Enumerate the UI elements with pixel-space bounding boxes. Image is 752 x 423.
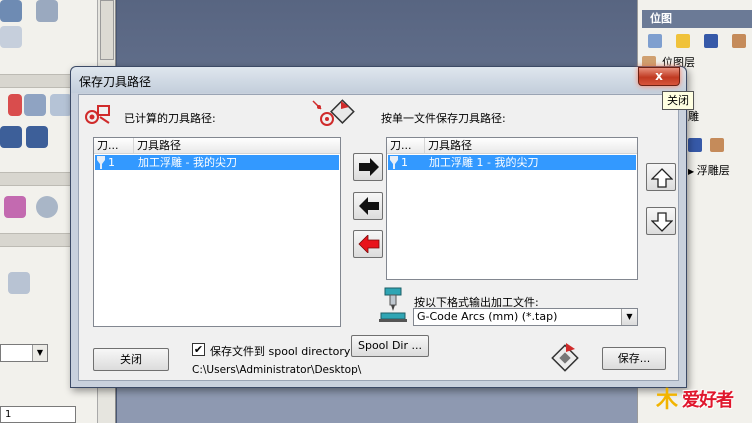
tool-icon-7[interactable] [0,126,22,148]
tool-icon-2[interactable] [36,0,58,22]
move-up-button[interactable] [646,163,676,191]
list-header-2: 刀... 刀具路径 [387,138,637,154]
spool-directory-label: 保存文件到 spool directory [210,345,351,358]
list-header: 刀... 刀具路径 [94,138,340,154]
table-row[interactable]: 1 加工浮雕 1 - 我的尖刀 [388,155,636,170]
dialog-title: 保存刀具路径 [79,75,152,89]
relief-toolbar [688,136,738,154]
save-file-icon [550,341,580,373]
computed-toolpaths-icon [85,103,111,125]
tool-bit-icon [97,156,105,169]
tool-icon-10[interactable] [8,272,30,294]
computed-toolpaths-label: 已计算的刀具路径: [124,112,216,125]
column-toolpath[interactable]: 刀具路径 [134,138,340,154]
tool-icon-5[interactable] [24,94,46,116]
layers-icon[interactable] [732,34,746,48]
move-left-button[interactable] [353,192,383,220]
scrollbar-thumb[interactable] [100,0,114,60]
folder-icon[interactable] [676,34,690,48]
viewport-floor [117,388,637,423]
save-single-file-icon [311,99,355,129]
single-file-label: 按单一文件保存刀具路径: [381,112,506,125]
tool-icon-8[interactable] [26,126,48,148]
tool-icon-3[interactable] [0,26,22,48]
single-file-toolpaths-list[interactable]: 刀... 刀具路径 1 加工浮雕 1 - 我的尖刀 [386,137,638,280]
row-id: 1 [401,156,408,169]
spool-dir-button[interactable]: Spool Dir ... [351,335,429,357]
chevron-down-icon: ▼ [32,345,47,361]
dialog-titlebar[interactable]: 保存刀具路径 x [71,67,686,93]
row-name: 加工浮雕 1 - 我的尖刀 [429,156,539,169]
row-name: 加工浮雕 - 我的尖刀 [138,156,237,169]
dialog-client-area: 已计算的刀具路径: 刀... 刀具路径 1 加工浮雕 - 我的尖刀 按单一文件保… [78,94,679,381]
move-all-left-button[interactable] [353,230,383,258]
save-button[interactable]: 保存... [602,347,666,370]
tool-icon-4[interactable] [8,94,22,116]
bitmap-toolbar [648,32,752,50]
move-right-button[interactable] [353,153,383,181]
watermark-text: 爱好者 [682,390,734,411]
output-format-select[interactable]: G-Code Arcs (mm) (*.tap) ▼ [413,308,638,326]
left-dropdown[interactable]: ▼ [0,344,48,362]
dialog-close-x-button[interactable]: x [638,67,680,86]
column-tool-number-2[interactable]: 刀... [387,138,425,154]
save-icon-2[interactable] [688,138,702,152]
chevron-down-icon: ▼ [621,309,637,325]
spool-directory-checkbox[interactable]: ✔ [192,343,205,356]
table-row[interactable]: 1 加工浮雕 - 我的尖刀 [95,155,339,170]
expand-triangle-icon: ▶ [688,167,697,176]
machine-icon [379,287,407,323]
row-id: 1 [108,156,115,169]
watermark-logo: 木 爱好者 [652,380,752,423]
tool-icon-1[interactable] [0,0,22,22]
close-button[interactable]: 关闭 [93,348,169,371]
relief-layer-row[interactable]: ▶ 浮雕层 [688,162,730,180]
tool-bit-icon-2 [390,156,398,169]
close-tooltip: 关闭 [662,91,694,110]
watermark-mark: 木 [656,388,679,413]
arrow-left-icon [359,197,379,215]
save-icon[interactable] [704,34,718,48]
relief-layer-label: 浮雕层 [696,164,730,177]
left-value-field[interactable]: 1 [0,406,76,423]
arrow-up-icon [651,168,673,188]
relief-partial-row: 雕 [688,108,699,126]
layers-icon-2[interactable] [710,138,724,152]
output-format-value: G-Code Arcs (mm) (*.tap) [417,310,558,323]
new-icon[interactable] [648,34,662,48]
relief-partial-label: 雕 [688,110,699,123]
magnifier-icon[interactable] [36,196,58,218]
move-down-button[interactable] [646,207,676,235]
bitmap-panel-header: 位图 [642,10,752,28]
computed-toolpaths-list[interactable]: 刀... 刀具路径 1 加工浮雕 - 我的尖刀 [93,137,341,327]
arrow-right-icon [359,158,379,176]
column-tool-number[interactable]: 刀... [94,138,134,154]
arrow-down-icon [651,212,673,232]
save-toolpath-dialog: 保存刀具路径 x 已计算的刀具路径: 刀... 刀具路径 1 加工浮雕 - 我的… [70,66,687,388]
tool-icon-9[interactable] [4,196,26,218]
spool-path: C:\Users\Administrator\Desktop\ [192,364,362,376]
column-toolpath-2[interactable]: 刀具路径 [425,138,637,154]
arrow-left-red-icon [358,235,380,253]
tool-icon-6[interactable] [50,94,72,116]
